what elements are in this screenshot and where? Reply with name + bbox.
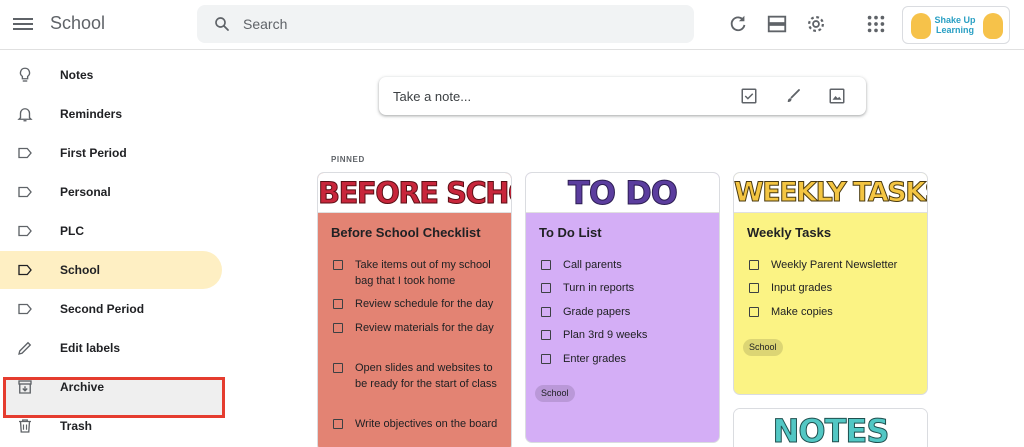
checkbox[interactable] bbox=[541, 330, 551, 340]
sidebar-item-plc[interactable]: PLC bbox=[0, 212, 222, 250]
note-banner-image: TO DO bbox=[526, 173, 719, 213]
top-bar: School Shake Up Learning bbox=[0, 0, 1024, 50]
sidebar-item-label: Trash bbox=[60, 419, 93, 433]
account-logo[interactable]: Shake Up Learning bbox=[902, 6, 1010, 44]
take-note-bar[interactable]: Take a note... bbox=[379, 77, 866, 115]
search-input[interactable] bbox=[243, 15, 673, 33]
checkbox[interactable] bbox=[749, 283, 759, 293]
sidebar-item-trash[interactable]: Trash bbox=[0, 407, 222, 445]
checklist-item[interactable]: Review materials for the day bbox=[331, 320, 506, 336]
sidebar-item-label: School bbox=[60, 263, 101, 277]
main-menu-icon[interactable] bbox=[13, 15, 33, 33]
checklist-item[interactable]: Write objectives on the board bbox=[331, 416, 506, 432]
checklist-item[interactable]: Make copies bbox=[747, 304, 922, 320]
note-banner-image: WEEKLY TASKS bbox=[734, 173, 927, 213]
note-card-to-do[interactable]: TO DO To Do List Call parents Turn in re… bbox=[525, 172, 720, 443]
sidebar-item-school[interactable]: School bbox=[0, 251, 222, 289]
checklist-item[interactable]: Open slides and websites to be ready for… bbox=[331, 360, 506, 392]
lightbulb-icon bbox=[19, 67, 31, 82]
new-list-checkbox-icon[interactable] bbox=[740, 87, 758, 105]
checklist-item[interactable]: Weekly Parent Newsletter bbox=[747, 257, 922, 273]
pinned-section-label: PINNED bbox=[331, 155, 365, 164]
app-title: School bbox=[50, 13, 106, 33]
checklist-item[interactable]: Grade papers bbox=[539, 304, 714, 320]
label-icon bbox=[18, 303, 32, 315]
sidebar-item-notes[interactable]: Notes bbox=[0, 56, 222, 94]
list-view-icon[interactable] bbox=[766, 13, 788, 35]
note-title: Weekly Tasks bbox=[747, 225, 832, 240]
checkbox[interactable] bbox=[749, 307, 759, 317]
checklist-item[interactable]: Input grades bbox=[747, 280, 922, 296]
checkbox[interactable] bbox=[541, 307, 551, 317]
checklist-item[interactable]: Enter grades bbox=[539, 351, 714, 367]
note-card-weekly-tasks[interactable]: WEEKLY TASKS Weekly Tasks Weekly Parent … bbox=[733, 172, 928, 395]
trash-icon bbox=[19, 419, 31, 433]
label-chip-school[interactable]: School bbox=[535, 385, 575, 402]
sidebar-item-label: Archive bbox=[60, 380, 105, 394]
checkbox[interactable] bbox=[333, 419, 343, 429]
bell-icon bbox=[17, 108, 33, 122]
label-icon bbox=[18, 264, 32, 276]
banner-text: WEEKLY TASKS bbox=[734, 177, 927, 209]
logo-text: Shake Up Learning bbox=[934, 15, 976, 35]
search-icon[interactable] bbox=[213, 15, 231, 33]
label-icon bbox=[18, 225, 32, 237]
logo-face-right bbox=[983, 13, 1003, 39]
note-card-notes[interactable]: NOTES bbox=[733, 408, 928, 447]
sidebar: Notes Reminders First Period Personal PL… bbox=[0, 50, 230, 447]
note-banner-image: BEFORE SCHOOL bbox=[318, 173, 511, 213]
sidebar-item-label: Notes bbox=[60, 68, 94, 82]
sidebar-item-edit-labels[interactable]: Edit labels bbox=[0, 329, 222, 367]
banner-text: TO DO bbox=[568, 174, 679, 212]
banner-text: BEFORE SCHOOL bbox=[318, 176, 511, 211]
label-icon bbox=[18, 147, 32, 159]
checkbox[interactable] bbox=[541, 354, 551, 364]
label-icon bbox=[18, 186, 32, 198]
logo-face-left bbox=[911, 13, 931, 39]
take-note-placeholder[interactable]: Take a note... bbox=[393, 89, 471, 104]
refresh-icon[interactable] bbox=[727, 13, 749, 35]
apps-grid-icon[interactable] bbox=[865, 13, 887, 35]
checklist-item[interactable]: Take items out of my school bag that I t… bbox=[331, 257, 506, 289]
sidebar-item-archive[interactable]: Archive bbox=[0, 368, 222, 406]
checkbox[interactable] bbox=[541, 283, 551, 293]
banner-text: NOTES bbox=[772, 412, 890, 447]
sidebar-item-label: Edit labels bbox=[60, 341, 121, 355]
settings-gear-icon[interactable] bbox=[805, 13, 827, 35]
note-title: Before School Checklist bbox=[331, 225, 481, 240]
checklist-item[interactable]: Review schedule for the day bbox=[331, 296, 506, 312]
checkbox[interactable] bbox=[749, 260, 759, 270]
image-icon[interactable] bbox=[828, 87, 846, 105]
archive-icon bbox=[18, 380, 32, 394]
checkbox[interactable] bbox=[333, 323, 343, 333]
note-card-before-school[interactable]: BEFORE SCHOOL Before School Checklist Ta… bbox=[317, 172, 512, 447]
checklist-item[interactable]: Turn in reports bbox=[539, 280, 714, 296]
note-banner-image: NOTES bbox=[734, 409, 927, 447]
checklist-item[interactable]: Call parents bbox=[539, 257, 714, 273]
sidebar-item-label: First Period bbox=[60, 146, 127, 160]
checkbox[interactable] bbox=[541, 260, 551, 270]
sidebar-item-personal[interactable]: Personal bbox=[0, 173, 222, 211]
checkbox[interactable] bbox=[333, 260, 343, 270]
brush-drawing-icon[interactable] bbox=[784, 87, 802, 105]
checkbox[interactable] bbox=[333, 363, 343, 373]
sidebar-item-first-period[interactable]: First Period bbox=[0, 134, 222, 172]
pencil-icon bbox=[18, 341, 32, 355]
sidebar-item-reminders[interactable]: Reminders bbox=[0, 95, 222, 133]
search-bar[interactable] bbox=[197, 5, 694, 43]
sidebar-item-label: Second Period bbox=[60, 302, 145, 316]
checkbox[interactable] bbox=[333, 299, 343, 309]
note-title: To Do List bbox=[539, 225, 602, 240]
sidebar-item-second-period[interactable]: Second Period bbox=[0, 290, 222, 328]
label-chip-school[interactable]: School bbox=[743, 339, 783, 356]
sidebar-item-label: Personal bbox=[60, 185, 111, 199]
sidebar-item-label: PLC bbox=[60, 224, 84, 238]
sidebar-item-label: Reminders bbox=[60, 107, 123, 121]
checklist-item[interactable]: Plan 3rd 9 weeks bbox=[539, 327, 714, 343]
